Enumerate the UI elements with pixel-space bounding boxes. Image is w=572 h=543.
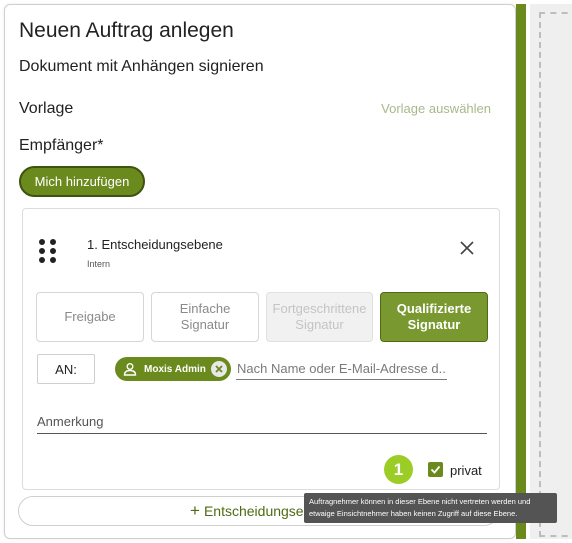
drag-handle-icon[interactable] bbox=[39, 239, 57, 263]
page-title: Neuen Auftrag anlegen bbox=[19, 19, 234, 42]
plus-icon: + bbox=[190, 501, 200, 520]
right-accent-bar bbox=[516, 4, 526, 539]
signature-option-einfach[interactable]: Einfache Signatur bbox=[151, 292, 259, 342]
new-order-panel: Neuen Auftrag anlegen Dokument mit Anhän… bbox=[4, 4, 516, 539]
check-icon bbox=[430, 465, 441, 474]
level-title: 1. Entscheidungsebene bbox=[87, 237, 223, 252]
step-marker: 1 bbox=[384, 455, 413, 484]
recipient-chip-label: Moxis Admin bbox=[144, 363, 206, 375]
remark-field[interactable] bbox=[37, 410, 487, 434]
add-me-button[interactable]: Mich hinzufügen bbox=[19, 166, 145, 197]
signature-option-qualifiziert[interactable]: Qualifizierte Signatur bbox=[380, 292, 488, 342]
private-tooltip: Auftragnehmer können in dieser Ebene nic… bbox=[304, 493, 557, 523]
level-subtitle: Intern bbox=[87, 259, 111, 269]
right-preview-dropzone bbox=[539, 12, 572, 537]
signature-option-fortgeschritten[interactable]: Fortgeschrittene Signatur bbox=[266, 292, 373, 342]
recipient-chip: Moxis Admin bbox=[115, 357, 231, 381]
signature-option-freigabe[interactable]: Freigabe bbox=[36, 292, 144, 342]
private-checkbox[interactable] bbox=[428, 462, 443, 477]
recipient-search-input[interactable] bbox=[236, 358, 447, 380]
select-template-link[interactable]: Vorlage auswählen bbox=[381, 101, 491, 116]
close-icon[interactable] bbox=[458, 239, 476, 257]
an-label-box: AN: bbox=[37, 354, 95, 384]
remove-chip-icon[interactable] bbox=[211, 361, 227, 377]
recipients-label: Empfänger* bbox=[19, 137, 104, 154]
decision-level-card: 1. Entscheidungsebene Intern Freigabe Ei… bbox=[22, 208, 500, 490]
page-subtitle: Dokument mit Anhängen signieren bbox=[19, 58, 264, 75]
user-icon bbox=[123, 363, 137, 376]
template-label: Vorlage bbox=[19, 100, 74, 117]
private-label: privat bbox=[450, 463, 482, 478]
